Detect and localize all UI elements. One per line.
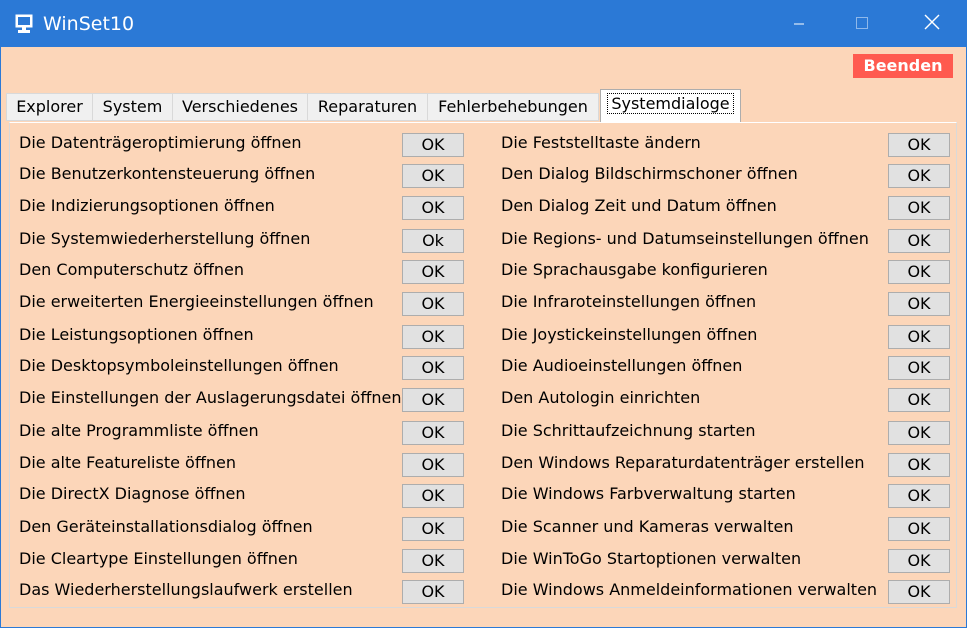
ok-button[interactable]: OK: [402, 292, 464, 316]
ok-button[interactable]: OK: [888, 325, 950, 349]
item-label: Die Systemwiederherstellung öffnen: [19, 229, 311, 248]
ok-button[interactable]: OK: [888, 196, 950, 220]
maximize-icon: [855, 15, 869, 34]
ok-button[interactable]: OK: [402, 549, 464, 573]
ok-button[interactable]: OK: [888, 549, 950, 573]
tab-explorer[interactable]: Explorer: [6, 93, 93, 121]
item-label: Die DirectX Diagnose öffnen: [19, 484, 246, 503]
systemdialoge-panel: Die Datenträgeroptimierung öffnen OK Die …: [9, 122, 957, 608]
item-label: Das Wiederherstellungslaufwerk erstellen: [19, 580, 353, 599]
tab-reparaturen[interactable]: Reparaturen: [307, 93, 428, 121]
ok-button[interactable]: OK: [888, 421, 950, 445]
ok-button[interactable]: OK: [402, 196, 464, 220]
ok-button[interactable]: OK: [402, 484, 464, 508]
ok-button[interactable]: OK: [888, 133, 950, 157]
item-label: Den Autologin einrichten: [501, 388, 701, 407]
maximize-button[interactable]: [839, 1, 885, 47]
item-label: Den Dialog Bildschirmschoner öffnen: [501, 164, 798, 183]
tab-fehlerbehebungen[interactable]: Fehlerbehebungen: [427, 93, 599, 121]
item-label: Die Benutzerkontensteuerung öffnen: [19, 164, 316, 183]
ok-button[interactable]: OK: [888, 260, 950, 284]
ok-button[interactable]: OK: [402, 388, 464, 412]
ok-button[interactable]: Ok: [402, 229, 464, 253]
minimize-icon: [793, 15, 805, 34]
tab-verschiedenes[interactable]: Verschiedenes: [172, 93, 308, 121]
item-label: Die Windows Farbverwaltung starten: [501, 484, 796, 503]
ok-button[interactable]: OK: [402, 325, 464, 349]
item-label: Die WinToGo Startoptionen verwalten: [501, 549, 802, 568]
ok-button[interactable]: OK: [402, 356, 464, 380]
item-label: Die Infraroteinstellungen öffnen: [501, 292, 757, 311]
app-window: WinSet10 Beenden Explorer System Verschi…: [0, 0, 967, 628]
close-button[interactable]: [909, 1, 955, 47]
item-label: Die alte Programmliste öffnen: [19, 421, 259, 440]
title-bar[interactable]: WinSet10: [1, 1, 966, 47]
item-label: Die Regions- und Datumseinstellungen öff…: [501, 229, 869, 248]
item-label: Die Leistungsoptionen öffnen: [19, 325, 254, 344]
item-label: Den Geräteinstallationsdialog öffnen: [19, 517, 313, 536]
ok-button[interactable]: OK: [888, 229, 950, 253]
item-label: Die Datenträgeroptimierung öffnen: [19, 133, 302, 152]
exit-button[interactable]: Beenden: [853, 54, 953, 78]
ok-button[interactable]: OK: [888, 484, 950, 508]
minimize-button[interactable]: [776, 1, 822, 47]
item-label: Die Desktopsymboleinstellungen öffnen: [19, 356, 339, 375]
item-label: Die Feststelltaste ändern: [501, 133, 701, 152]
item-label: Die Sprachausgabe konfigurieren: [501, 260, 768, 279]
window-title: WinSet10: [43, 13, 135, 35]
close-icon: [924, 14, 940, 34]
item-label: Die Indizierungsoptionen öffnen: [19, 196, 275, 215]
ok-button[interactable]: OK: [402, 133, 464, 157]
ok-button[interactable]: OK: [402, 453, 464, 477]
tab-systemdialoge[interactable]: Systemdialoge: [600, 89, 741, 122]
ok-button[interactable]: OK: [402, 421, 464, 445]
item-label: Die Scanner und Kameras verwalten: [501, 517, 794, 536]
ok-button[interactable]: OK: [402, 260, 464, 284]
ok-button[interactable]: OK: [888, 292, 950, 316]
ok-button[interactable]: OK: [888, 517, 950, 541]
item-label: Den Windows Reparaturdatenträger erstell…: [501, 453, 865, 472]
item-label: Die Einstellungen der Auslagerungsdatei …: [19, 388, 402, 407]
item-label: Die Windows Anmeldeinformationen verwalt…: [501, 580, 878, 599]
tab-systemdialoge-label: Systemdialoge: [607, 93, 734, 114]
ok-button[interactable]: OK: [888, 164, 950, 188]
item-label: Den Computerschutz öffnen: [19, 260, 245, 279]
ok-button[interactable]: OK: [888, 388, 950, 412]
ok-button[interactable]: OK: [888, 580, 950, 604]
item-label: Die erweiterten Energieeinstellungen öff…: [19, 292, 374, 311]
ok-button[interactable]: OK: [402, 517, 464, 541]
item-label: Die Cleartype Einstellungen öffnen: [19, 549, 298, 568]
ok-button[interactable]: OK: [402, 164, 464, 188]
item-label: Die alte Featureliste öffnen: [19, 453, 236, 472]
computer-monitor-icon: [13, 13, 35, 35]
ok-button[interactable]: OK: [888, 356, 950, 380]
item-label: Die Audioeinstellungen öffnen: [501, 356, 743, 375]
item-label: Die Schrittaufzeichnung starten: [501, 421, 756, 440]
ok-button[interactable]: OK: [402, 580, 464, 604]
ok-button[interactable]: OK: [888, 453, 950, 477]
item-label: Den Dialog Zeit und Datum öffnen: [501, 196, 777, 215]
item-label: Die Joystickeinstellungen öffnen: [501, 325, 758, 344]
tab-system[interactable]: System: [92, 93, 173, 121]
